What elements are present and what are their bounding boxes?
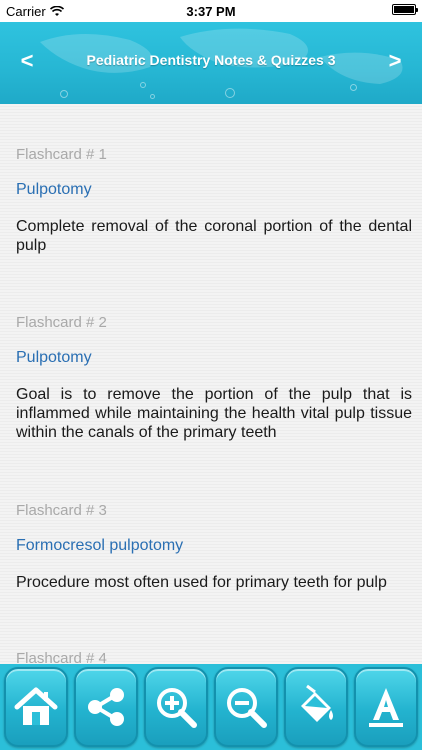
share-button[interactable] [74,667,138,747]
flashcard-number: Flashcard # 4 [16,650,107,664]
next-button[interactable]: > [380,48,410,74]
flashcard-definition: Goal is to remove the portion of the pul… [16,386,412,441]
flashcard-4: Flashcard # 4 [16,650,412,664]
home-button[interactable] [4,667,68,747]
flashcard-number: Flashcard # 3 [16,502,107,519]
flashcard-term: Pulpotomy [16,349,92,366]
flashcard-term: Formocresol pulpotomy [16,537,184,554]
decor-bubble [140,82,146,88]
decor-bubble [60,90,68,98]
flashcard-definition: Procedure most often used for primary te… [16,574,387,591]
status-right [392,4,418,15]
flashcard-3: Flashcard # 3 Formocresol pulpotomy Proc… [16,502,412,592]
share-icon [88,688,124,726]
zoom-in-icon [157,688,197,728]
theme-button[interactable] [284,667,348,747]
page-title: Pediatric Dentistry Notes & Quizzes 3 [86,52,336,68]
flashcard-number: Flashcard # 2 [16,314,107,331]
flashcard-2: Flashcard # 2 Pulpotomy Goal is to remov… [16,314,412,442]
status-bar: Carrier 3:37 PM [0,0,422,22]
home-icon [14,687,58,725]
status-time: 3:37 PM [186,4,236,19]
font-button[interactable] [354,667,418,747]
flashcard-definition: Complete removal of the coronal portion … [16,218,412,254]
header: < Pediatric Dentistry Notes & Quizzes 3 … [0,22,422,104]
flashcard-number: Flashcard # 1 [16,146,107,163]
zoom-out-button[interactable] [214,667,278,747]
flashcard-1: Flashcard # 1 Pulpotomy Complete removal… [16,146,412,255]
battery-icon [392,4,418,15]
paint-bucket-icon [301,684,333,722]
zoom-in-button[interactable] [144,667,208,747]
bottom-toolbar [0,664,422,750]
zoom-out-icon [227,688,267,728]
decor-bubble [350,84,357,91]
decor-bubble [225,88,235,98]
flashcard-term: Pulpotomy [16,181,92,198]
decor-bubble [150,94,155,99]
flashcard-list[interactable]: Flashcard # 1 Pulpotomy Complete removal… [0,104,422,664]
font-icon [369,688,403,727]
